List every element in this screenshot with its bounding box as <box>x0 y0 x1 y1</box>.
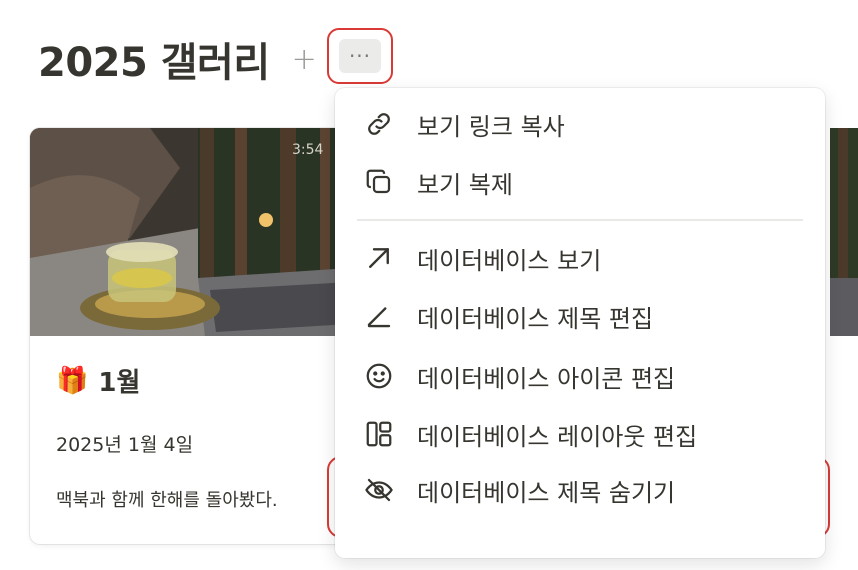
gift-icon: 🎁 <box>56 365 89 396</box>
menu-item-label: 데이터베이스 아이콘 편집 <box>417 364 676 393</box>
menu-item-edit-database-layout[interactable]: 데이터베이스 레이아웃 편집 <box>349 408 811 460</box>
menu-item-label: 데이터베이스 제목 숨기기 <box>417 478 676 507</box>
more-options-button[interactable]: ··· <box>327 28 393 84</box>
menu-item-label: 보기 복제 <box>417 170 513 199</box>
menu-bottom-fade <box>335 540 825 558</box>
menu-item-edit-database-title[interactable]: 데이터베이스 제목 편집 <box>349 290 811 342</box>
gallery-card-partial[interactable] <box>830 128 858 336</box>
menu-item-duplicate-view[interactable]: 보기 복제 <box>349 156 811 208</box>
arrow-up-right-icon <box>361 240 397 276</box>
add-view-button[interactable]: + <box>292 42 317 77</box>
cover-clock: 3:54 <box>292 142 324 158</box>
view-options-menu: 보기 링크 복사 보기 복제 데이터베이스 보기 데이터베이스 제목 편집 데이… <box>335 88 825 558</box>
menu-item-label: 데이터베이스 보기 <box>417 246 602 275</box>
card-cover-image-partial <box>830 128 858 336</box>
menu-item-view-database[interactable]: 데이터베이스 보기 <box>349 232 811 284</box>
layout-icon <box>361 416 397 452</box>
card-title: 🎁 1월 <box>56 362 140 399</box>
card-title-label: 1월 <box>98 368 141 398</box>
card-date: 2025년 1월 4일 <box>56 434 194 456</box>
menu-divider <box>357 219 803 221</box>
menu-item-label: 데이터베이스 레이아웃 편집 <box>417 422 698 451</box>
eye-slash-icon <box>361 472 397 508</box>
link-icon <box>361 106 397 142</box>
more-icon: ··· <box>339 39 381 73</box>
menu-item-edit-database-icon[interactable]: 데이터베이스 아이콘 편집 <box>349 350 811 402</box>
title-row: 2025 갤러리 + <box>38 28 317 90</box>
menu-item-label: 데이터베이스 제목 편집 <box>417 304 654 333</box>
card-cover-image: 3:54 <box>30 128 350 336</box>
gallery-card[interactable]: 3:54 🎁 1월 2025년 1월 4일 맥북과 함께 한해를 돌아봤다. <box>30 128 350 544</box>
menu-item-hide-database-title[interactable]: 데이터베이스 제목 숨기기 <box>349 464 811 516</box>
duplicate-icon <box>361 164 397 200</box>
menu-item-copy-view-link[interactable]: 보기 링크 복사 <box>349 98 811 150</box>
menu-item-label: 보기 링크 복사 <box>417 112 565 141</box>
card-description: 맥북과 함께 한해를 돌아봤다. <box>56 490 278 511</box>
pencil-icon <box>361 298 397 334</box>
smiley-icon <box>361 358 397 394</box>
page-title[interactable]: 2025 갤러리 <box>38 30 270 88</box>
